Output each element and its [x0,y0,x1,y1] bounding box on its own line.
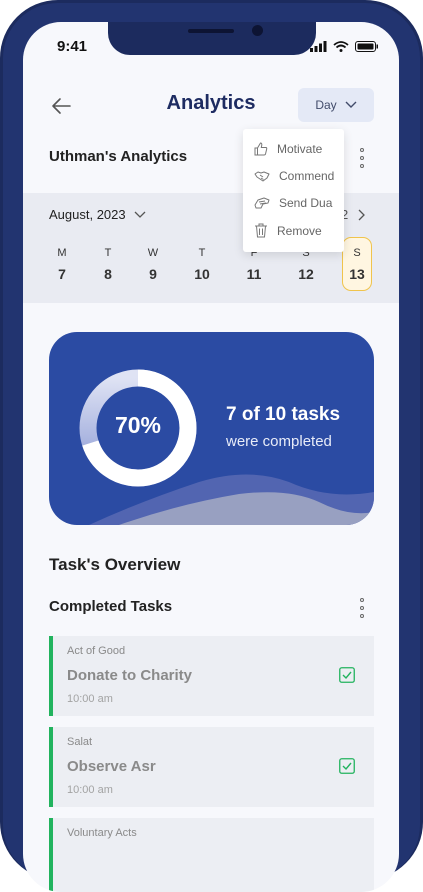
menu-item-remove[interactable]: Remove [254,223,322,238]
task-card[interactable]: Salat Observe Asr 10:00 am [49,727,374,807]
analytics-more-icon[interactable] [359,148,365,168]
day-date: 8 [104,266,112,282]
task-name: Observe Asr [67,758,156,775]
menu-item-label: Send Dua [279,196,333,210]
calendar-day-selected[interactable]: S 13 [342,237,372,291]
day-date: 11 [246,266,262,282]
menu-item-commend[interactable]: Commend [254,169,334,183]
task-category: Act of Good [67,645,126,657]
handshake-icon [254,171,270,182]
completed-tasks-title: Completed Tasks [49,598,173,615]
day-name: M [57,247,67,259]
device-notch [108,22,316,55]
analytics-action-menu: Motivate Commend Send Dua Remove [243,129,344,252]
app-screen: 9:41 Analytics Day Uthman's Analytics Au… [23,22,399,892]
speaker-grill [188,29,234,33]
progress-percent: 70% [114,412,162,438]
tasks-subtitle: were completed [226,433,332,450]
month-selector[interactable]: August, 2023 [49,207,146,222]
checkbox-checked-icon[interactable] [339,758,355,774]
chevron-right-icon [358,209,366,220]
day-name: T [198,247,206,259]
overview-title: Task's Overview [49,555,181,574]
signal-icon [310,41,327,52]
menu-item-label: Motivate [277,142,323,156]
completed-more-icon[interactable] [359,598,365,618]
day-date: 7 [58,266,66,282]
phone-frame: 9:41 Analytics Day Uthman's Analytics Au… [0,0,423,892]
wifi-icon [333,41,349,52]
progress-card: 70% 7 of 10 tasks were completed [49,332,374,525]
range-select-button[interactable]: Day [298,88,374,122]
task-category: Voluntary Acts [67,827,137,839]
calendar-day[interactable]: W 9 [138,247,168,282]
battery-icon [355,41,378,52]
range-select-label: Day [315,98,337,112]
month-label: August, 2023 [49,207,126,222]
calendar-day[interactable]: S 12 [291,247,321,282]
calendar-day[interactable]: T 8 [93,247,123,282]
day-name: S [353,247,361,259]
praying-hands-icon [254,197,270,209]
calendar-day[interactable]: M 7 [47,247,77,282]
menu-item-motivate[interactable]: Motivate [254,142,322,156]
day-date: 10 [194,266,210,282]
chevron-down-icon [134,211,146,218]
thumbs-up-icon [254,142,268,156]
menu-item-send-dua[interactable]: Send Dua [254,196,332,210]
analytics-title: Uthman's Analytics [49,148,188,165]
tasks-count: 7 of 10 tasks [226,404,341,425]
day-date: 12 [298,266,314,282]
status-time: 9:41 [57,38,88,55]
front-camera [252,25,263,36]
week-next[interactable]: 2 [341,207,366,222]
task-time: 10:00 am [67,693,113,705]
day-date: 9 [149,266,157,282]
checkbox-checked-icon[interactable] [339,667,355,683]
day-date: 13 [349,266,365,282]
menu-item-label: Commend [279,169,335,183]
status-icons [310,41,379,52]
trash-icon [255,223,267,238]
day-name: W [147,247,159,259]
task-category: Salat [67,736,93,748]
chevron-down-icon [345,101,357,108]
task-name: Donate to Charity [67,667,193,684]
calendar-day[interactable]: F 11 [239,247,269,282]
day-name: T [104,247,112,259]
menu-item-label: Remove [277,223,322,238]
task-time: 10:00 am [67,784,113,796]
calendar-day[interactable]: T 10 [187,247,217,282]
task-card[interactable]: Voluntary Acts [49,818,374,892]
task-card[interactable]: Act of Good Donate to Charity 10:00 am [49,636,374,716]
